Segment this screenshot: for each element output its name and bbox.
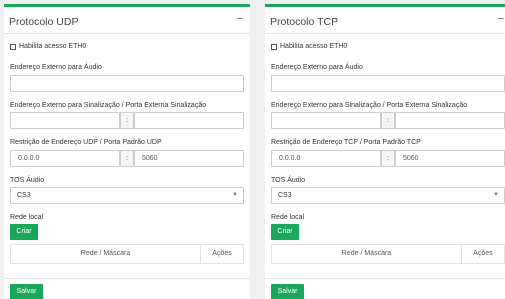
signal-label: Endereço Externo para Sinalização / Port…	[271, 102, 468, 109]
collapse-icon[interactable]: −	[498, 14, 504, 25]
eth0-access-checkbox[interactable]	[10, 43, 16, 50]
collapse-icon[interactable]: −	[237, 14, 243, 25]
table-header-actions: Ações	[473, 250, 493, 257]
tos-audio-label: TOS Áudio	[271, 177, 306, 184]
lan-table: Rede / Máscara Ações	[10, 244, 244, 264]
signal-label: Endereço Externo para Sinalização / Port…	[10, 102, 207, 109]
signal-address-input[interactable]	[10, 112, 120, 129]
footer-divider	[4, 278, 250, 279]
chevron-down-icon: ▼	[232, 192, 238, 198]
restrict-port-input[interactable]: 5060	[134, 150, 244, 167]
eth0-access-checkbox[interactable]	[271, 43, 277, 50]
external-audio-label: Endereço Externo para Áudio	[271, 64, 363, 71]
eth0-access-checkbox-row[interactable]: Habilita acesso ETH0	[271, 43, 347, 50]
tos-audio-select[interactable]: CS3 ▼	[271, 187, 505, 204]
table-header-network-mask: Rede / Máscara	[272, 245, 462, 263]
panel-title: Protocolo UDP	[9, 16, 79, 28]
restrict-address-input[interactable]: 0.0.0.0	[271, 150, 381, 167]
table-header-network-mask: Rede / Máscara	[11, 245, 201, 263]
divider	[265, 33, 505, 34]
udp-protocol-panel: Protocolo UDP − Habilita acesso ETH0 End…	[4, 4, 250, 299]
lan-label: Rede local	[271, 214, 305, 221]
tos-audio-value: CS3	[17, 192, 31, 199]
tos-audio-value: CS3	[278, 192, 292, 199]
save-button[interactable]: Salvar	[271, 284, 304, 299]
divider	[4, 33, 250, 34]
restrict-separator: :	[381, 150, 395, 167]
panel-title: Protocolo TCP	[270, 16, 339, 28]
restrict-address-input[interactable]: 0.0.0.0	[10, 150, 120, 167]
external-audio-label: Endereço Externo para Áudio	[10, 64, 102, 71]
eth0-access-label: Habilita acesso ETH0	[19, 43, 87, 50]
external-audio-input[interactable]	[10, 75, 244, 92]
tos-audio-select[interactable]: CS3 ▼	[10, 187, 244, 204]
restrict-label: Restrição de Endereço UDP / Porta Padrão…	[10, 139, 162, 146]
tos-audio-label: TOS Áudio	[10, 177, 45, 184]
signal-address-input[interactable]	[271, 112, 381, 129]
signal-separator: :	[120, 112, 134, 129]
restrict-label: Restrição de Endereço TCP / Porta Padrão…	[271, 139, 421, 146]
chevron-down-icon: ▼	[493, 192, 499, 198]
restrict-port-input[interactable]: 5060	[395, 150, 505, 167]
save-button[interactable]: Salvar	[10, 284, 43, 299]
table-header-actions: Ações	[212, 250, 232, 257]
external-audio-input[interactable]	[271, 75, 505, 92]
signal-port-input[interactable]	[395, 112, 505, 129]
signal-separator: :	[381, 112, 395, 129]
lan-table: Rede / Máscara Ações	[271, 244, 505, 264]
tcp-protocol-panel: Protocolo TCP − Habilita acesso ETH0 End…	[265, 4, 505, 299]
eth0-access-checkbox-row[interactable]: Habilita acesso ETH0	[10, 43, 86, 50]
create-button[interactable]: Criar	[10, 224, 38, 240]
footer-divider	[265, 278, 505, 279]
create-button[interactable]: Criar	[271, 224, 299, 240]
lan-label: Rede local	[10, 214, 44, 221]
eth0-access-label: Habilita acesso ETH0	[280, 43, 348, 50]
restrict-separator: :	[120, 150, 134, 167]
signal-port-input[interactable]	[134, 112, 244, 129]
